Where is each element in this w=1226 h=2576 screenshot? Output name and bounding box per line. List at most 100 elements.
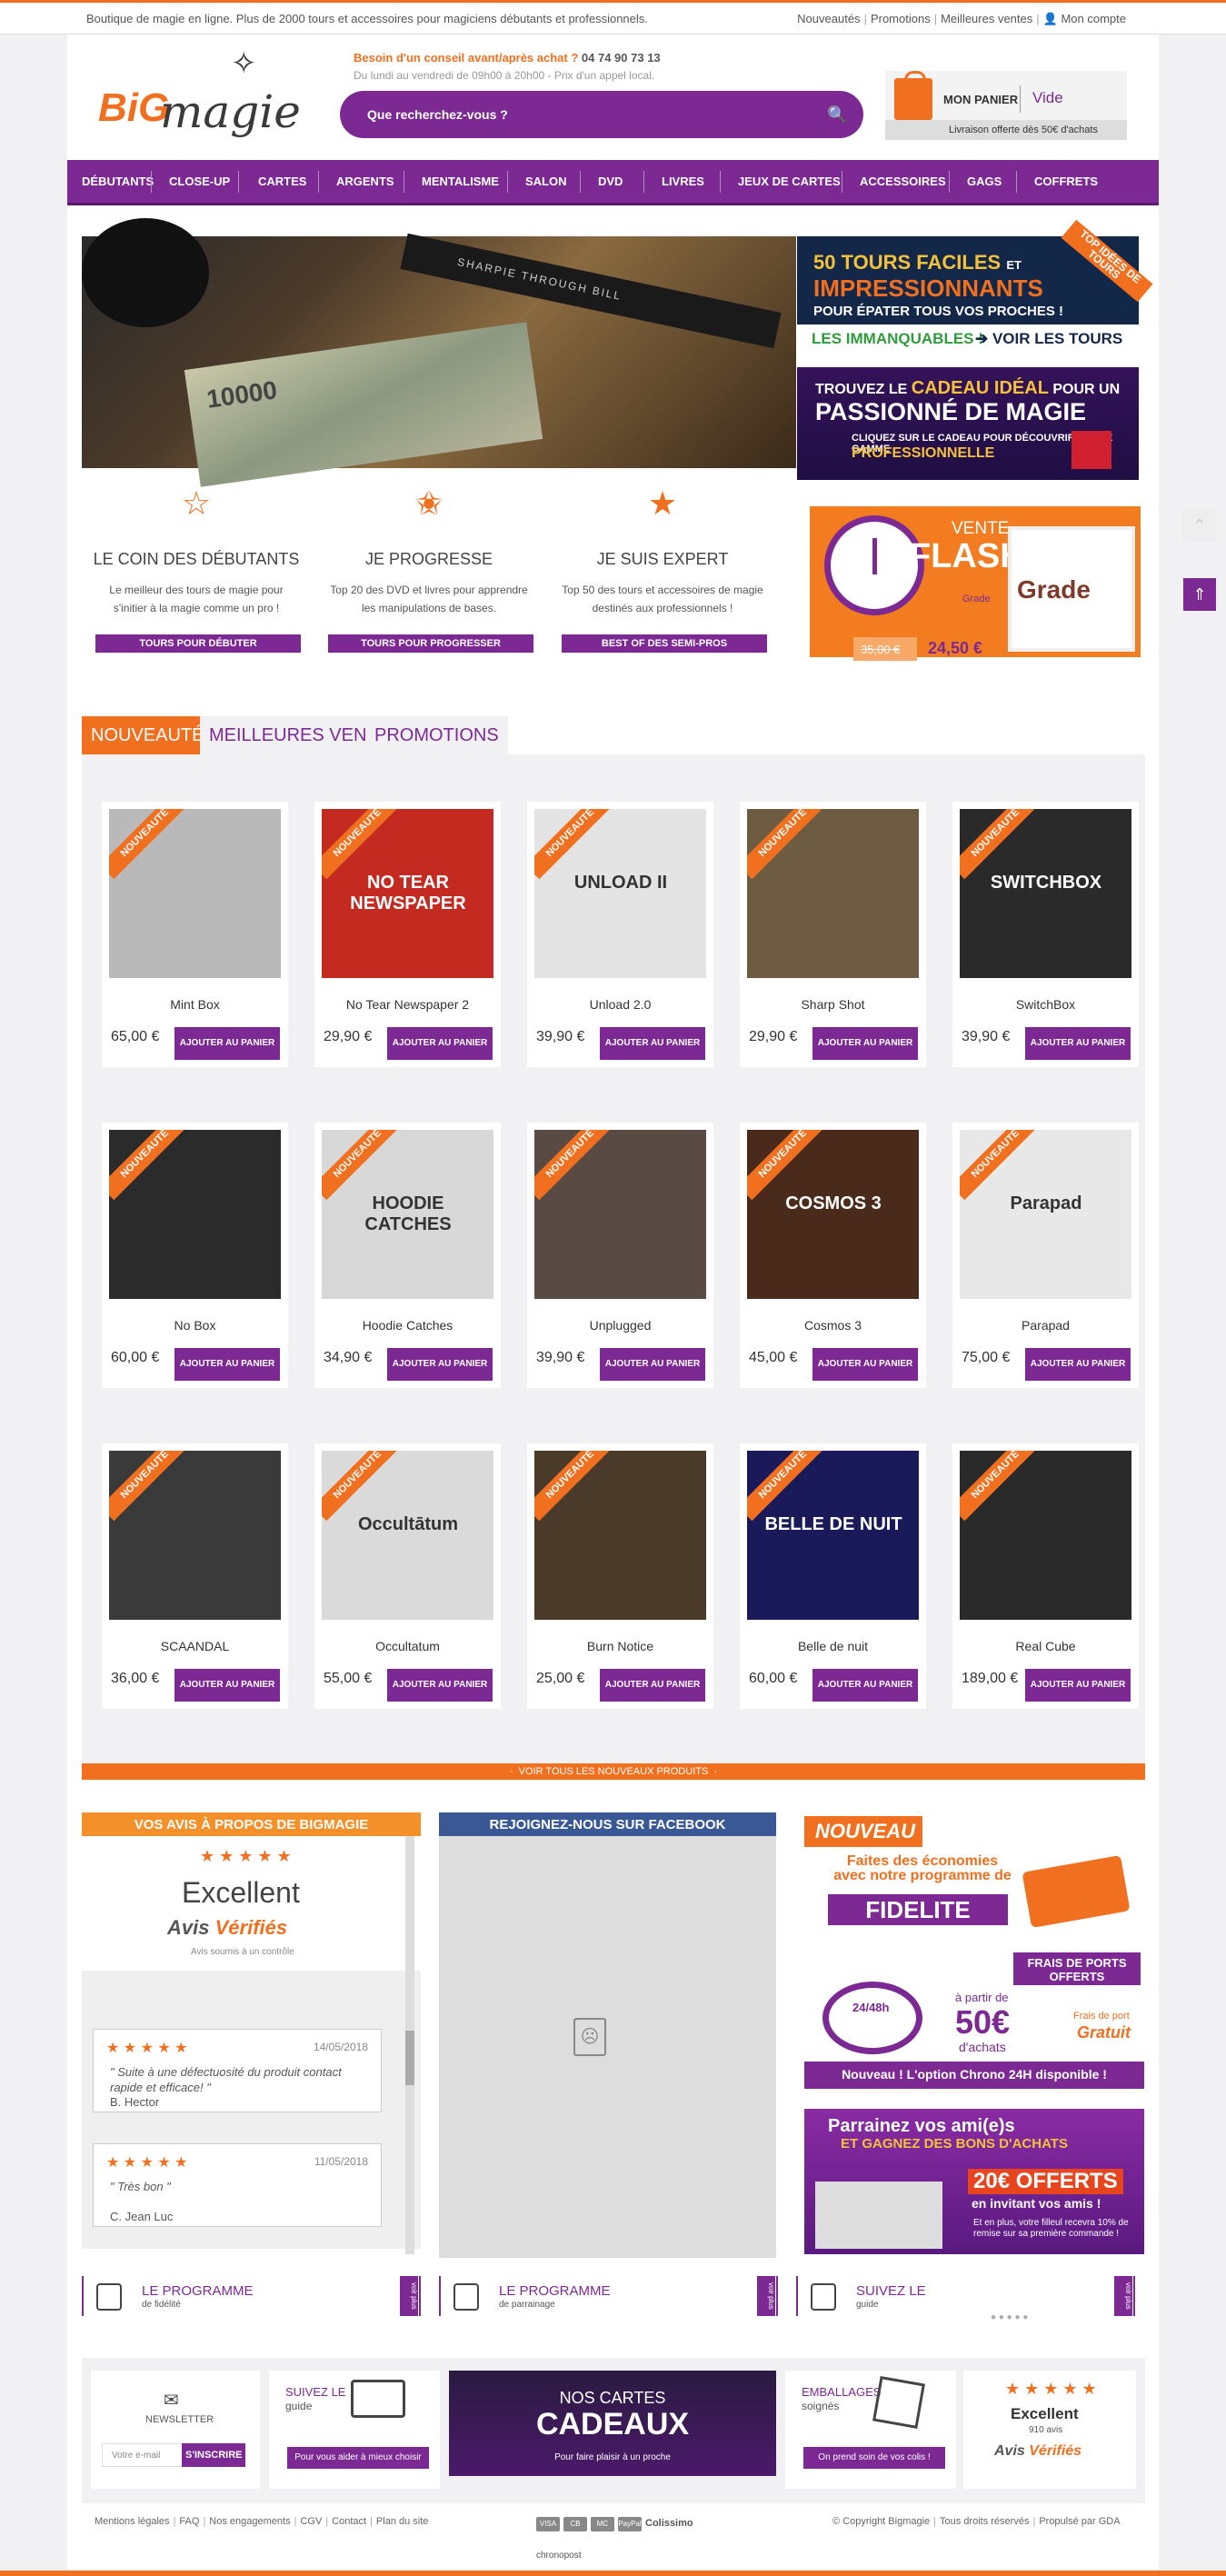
product-image[interactable]: Parapad NOUVEAUTÉ	[960, 1130, 1131, 1299]
add-to-cart-button[interactable]: AJOUTER AU PANIER	[812, 1027, 918, 1060]
add-to-cart-button[interactable]: AJOUTER AU PANIER	[387, 1669, 493, 1702]
product-image[interactable]: NOUVEAUTÉ	[109, 1451, 281, 1620]
level-button-debuter[interactable]: TOURS POUR DÉBUTER	[95, 634, 301, 653]
product-card[interactable]: Occultātum NOUVEAUTÉ Occultatum 55,00 € AJOU…	[314, 1443, 501, 1709]
tab-promotions[interactable]: PROMOTIONS	[365, 716, 508, 754]
site-logo[interactable]: BiG magie ✧	[95, 44, 301, 151]
program-parrainage[interactable]: LE PROGRAMME de parrainage voir plus	[439, 2276, 778, 2316]
product-name[interactable]: SwitchBox	[952, 997, 1139, 1012]
nav-jeux-de-cartes[interactable]: JEUX DE CARTES	[738, 175, 841, 188]
newsletter-email-input[interactable]: Votre e-mail	[102, 2443, 184, 2467]
product-image[interactable]: UNLOAD II NOUVEAUTÉ	[534, 809, 706, 978]
program-see-more[interactable]: voir plus	[757, 2276, 775, 2316]
nav-close-up[interactable]: CLOSE-UP	[169, 175, 230, 188]
product-card[interactable]: NOUVEAUTÉ Unplugged 39,90 € AJOUTER AU PANI…	[527, 1123, 713, 1388]
product-image[interactable]: NOUVEAUTÉ	[109, 809, 281, 978]
add-to-cart-button[interactable]: AJOUTER AU PANIER	[812, 1348, 918, 1381]
product-card[interactable]: NOUVEAUTÉ Real Cube 189,00 € AJOUTER AU PAN…	[952, 1443, 1139, 1709]
product-image[interactable]: COSMOS 3 NOUVEAUTÉ	[747, 1130, 919, 1299]
product-image[interactable]: NOUVEAUTÉ	[534, 1451, 706, 1620]
link-mentions[interactable]: Mentions légales	[95, 2516, 170, 2527]
link-engagements[interactable]: Nos engagements	[209, 2516, 290, 2527]
shipping-banner[interactable]: FRAIS DE PORTS OFFERTS 24/48h à partir d…	[804, 1945, 1144, 2091]
flash-sale[interactable]: VENTE FLASH Grade Grade 35,00 € 24,50 €	[807, 504, 1143, 661]
cart-widget[interactable]: MON PANIER Vide Livraison offerte dès 50…	[885, 71, 1127, 140]
product-card[interactable]: NOUVEAUTÉ No Box 60,00 € AJOUTER AU PANIER	[102, 1123, 288, 1388]
product-name[interactable]: Sharp Shot	[740, 997, 926, 1012]
product-image[interactable]: BELLE DE NUIT NOUVEAUTÉ	[747, 1451, 919, 1620]
add-to-cart-button[interactable]: AJOUTER AU PANIER	[812, 1669, 918, 1702]
promo1-foot-right[interactable]: ➔ VOIR LES TOURS	[975, 330, 1122, 348]
product-image[interactable]: Occultātum NOUVEAUTÉ	[322, 1451, 493, 1620]
product-card[interactable]: NOUVEAUTÉ Mint Box 65,00 € AJOUTER AU PANIE…	[102, 802, 288, 1067]
product-image[interactable]: SWITCHBOX NOUVEAUTÉ	[960, 809, 1131, 978]
product-card[interactable]: NOUVEAUTÉ SCAANDAL 36,00 € AJOUTER AU PANIE…	[102, 1443, 288, 1709]
program-see-more[interactable]: voir plus	[1114, 2276, 1132, 2316]
product-name[interactable]: Occultatum	[314, 1639, 501, 1653]
link-faq[interactable]: FAQ	[179, 2516, 199, 2527]
add-to-cart-button[interactable]: AJOUTER AU PANIER	[1025, 1348, 1131, 1381]
product-card[interactable]: BELLE DE NUIT NOUVEAUTÉ Belle de nuit 60,00…	[740, 1443, 926, 1709]
add-to-cart-button[interactable]: AJOUTER AU PANIER	[174, 1027, 280, 1060]
propulse-text[interactable]: Propulsé par GDA	[1039, 2516, 1120, 2527]
packaging-box[interactable]: EMBALLAGES soignés On prend soin de vos …	[785, 2371, 956, 2489]
subscribe-button[interactable]: S'INSCRIRE	[182, 2443, 245, 2467]
product-card[interactable]: HOODIE CATCHES NOUVEAUTÉ Hoodie Catches 34,…	[314, 1123, 501, 1388]
product-name[interactable]: Burn Notice	[527, 1639, 713, 1653]
add-to-cart-button[interactable]: AJOUTER AU PANIER	[174, 1669, 280, 1702]
product-image[interactable]: NOUVEAUTÉ	[534, 1130, 706, 1299]
promo-banner-cadeau[interactable]: TROUVEZ LE CADEAU IDÉAL POUR UN PASSIONN…	[797, 367, 1139, 480]
nav-debutants[interactable]: DÉBUTANTS	[82, 175, 154, 188]
nav-coffrets[interactable]: COFFRETS	[1034, 175, 1098, 188]
product-name[interactable]: Real Cube	[952, 1639, 1139, 1653]
gift-cards-banner[interactable]: NOS CARTES CADEAUX Pour faire plaisir à …	[449, 2371, 776, 2476]
add-to-cart-button[interactable]: AJOUTER AU PANIER	[387, 1027, 493, 1060]
nav-cartes[interactable]: CARTES	[258, 175, 306, 188]
avis-verifies-box[interactable]: ★ ★ ★ ★ ★ Excellent 910 avis Avis Vérifi…	[963, 2371, 1136, 2489]
nav-salon[interactable]: SALON	[525, 175, 567, 188]
level-button-expert[interactable]: BEST OF DES SEMI-PROS	[562, 634, 767, 653]
top-link-nouveautes[interactable]: Nouveautés	[797, 12, 860, 25]
product-card[interactable]: NOUVEAUTÉ Sharp Shot 29,90 € AJOUTER AU PAN…	[740, 802, 926, 1067]
nav-dvd[interactable]: DVD	[598, 175, 623, 188]
program-fidelite[interactable]: LE PROGRAMME de fidélité voir plus	[82, 2276, 421, 2316]
search-input[interactable]: Que recherchez-vous ? 🔍	[340, 91, 863, 138]
product-name[interactable]: SCAANDAL	[102, 1639, 288, 1653]
add-to-cart-button[interactable]: AJOUTER AU PANIER	[1025, 1027, 1131, 1060]
hero-slider[interactable]: 10000 SHARPIE THROUGH BILL	[82, 218, 796, 487]
product-image[interactable]: NOUVEAUTÉ	[960, 1451, 1131, 1620]
scroll-top-icon[interactable]: ⇑	[1183, 578, 1216, 611]
product-card[interactable]: SWITCHBOX NOUVEAUTÉ SwitchBox 39,90 € AJOUTE…	[952, 802, 1139, 1067]
top-link-promotions[interactable]: Promotions	[871, 12, 931, 25]
carousel-dots[interactable]: ● ● ● ● ●	[991, 2312, 1028, 2322]
product-name[interactable]: No Box	[102, 1318, 288, 1333]
product-name[interactable]: Cosmos 3	[740, 1318, 926, 1333]
product-image[interactable]: NOUVEAUTÉ	[109, 1130, 281, 1299]
product-name[interactable]: No Tear Newspaper 2	[314, 997, 501, 1012]
add-to-cart-button[interactable]: AJOUTER AU PANIER	[600, 1348, 705, 1381]
product-image[interactable]: NO TEAR NEWSPAPER NOUVEAUTÉ	[322, 809, 493, 978]
product-card[interactable]: NO TEAR NEWSPAPER NOUVEAUTÉ No Tear Newspa…	[314, 802, 501, 1067]
phone-number[interactable]: 04 74 90 73 13	[582, 51, 661, 65]
link-contact[interactable]: Contact	[332, 2516, 366, 2527]
product-name[interactable]: Belle de nuit	[740, 1639, 926, 1653]
chevron-up-icon[interactable]: ⌃	[1183, 509, 1216, 542]
add-to-cart-button[interactable]: AJOUTER AU PANIER	[1025, 1669, 1131, 1702]
product-card[interactable]: NOUVEAUTÉ Burn Notice 25,00 € AJOUTER AU PA…	[527, 1443, 713, 1709]
nav-argents[interactable]: ARGENTS	[336, 175, 394, 188]
see-all-new-button[interactable]: · VOIR TOUS LES NOUVEAUX PRODUITS ·	[82, 1763, 1145, 1780]
packaging-button[interactable]: On prend soin de vos colis !	[803, 2447, 945, 2469]
program-see-more[interactable]: voir plus	[400, 2276, 418, 2316]
nav-gags[interactable]: GAGS	[967, 175, 1002, 188]
product-card[interactable]: COSMOS 3 NOUVEAUTÉ Cosmos 3 45,00 € AJOUTER …	[740, 1123, 926, 1388]
guide-button[interactable]: Pour vous aider à mieux choisir	[287, 2447, 429, 2469]
link-cgv[interactable]: CGV	[300, 2516, 322, 2527]
nav-accessoires[interactable]: ACCESSOIRES	[860, 175, 946, 188]
product-name[interactable]: Unplugged	[527, 1318, 713, 1333]
product-name[interactable]: Unload 2.0	[527, 997, 713, 1012]
guide-box[interactable]: SUIVEZ LE guide Pour vous aider à mieux …	[269, 2371, 440, 2489]
nav-livres[interactable]: LIVRES	[662, 175, 704, 188]
link-plan[interactable]: Plan du site	[376, 2516, 428, 2527]
add-to-cart-button[interactable]: AJOUTER AU PANIER	[600, 1669, 705, 1702]
add-to-cart-button[interactable]: AJOUTER AU PANIER	[387, 1348, 493, 1381]
